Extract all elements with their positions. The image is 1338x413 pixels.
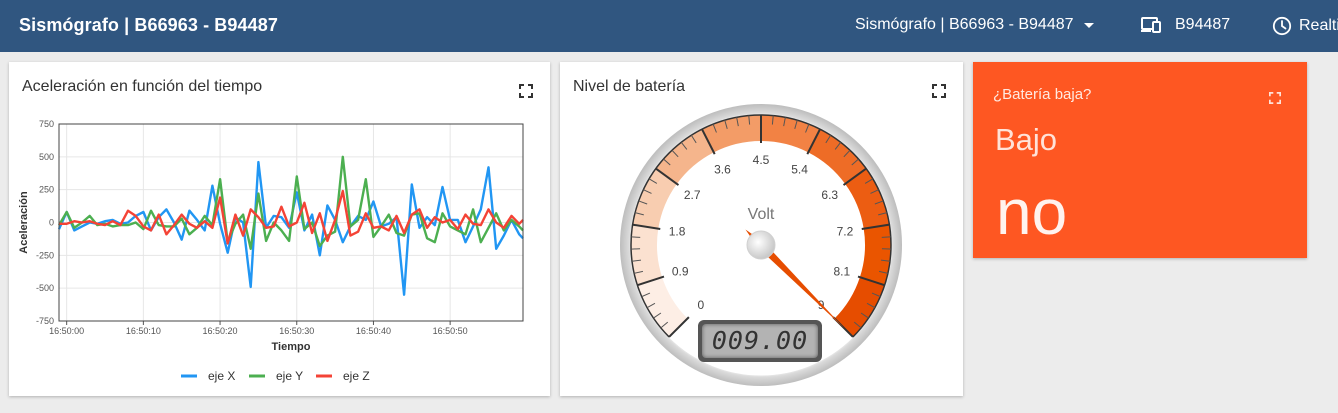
gauge-band xyxy=(631,224,663,286)
x-tick-label: 16:50:40 xyxy=(356,326,391,336)
legend-item[interactable]: eje Z xyxy=(316,369,370,383)
clock-icon xyxy=(1272,16,1292,36)
legend-item[interactable]: eje Y xyxy=(249,369,303,383)
top-bar: Sismógrafo | B66963 - B94487 Sismógrafo … xyxy=(0,0,1338,52)
fullscreen-icon[interactable] xyxy=(1269,92,1281,104)
gauge-units: Volt xyxy=(748,206,775,223)
time-window-selector[interactable]: Realtime xyxy=(1272,16,1338,36)
y-axis-label: Aceleración xyxy=(18,191,30,254)
gauge-tick-label: 0 xyxy=(698,298,705,312)
x-tick-label: 16:50:10 xyxy=(126,326,161,336)
lcd-value: 009.00 xyxy=(702,324,818,358)
gauge-tick-label: 6.3 xyxy=(821,188,838,202)
y-tick-label: -250 xyxy=(36,250,54,260)
caret-down-icon xyxy=(1083,22,1094,28)
y-tick-label: 0 xyxy=(49,218,54,228)
x-axis-label: Tiempo xyxy=(272,341,311,353)
gauge-tick-label: 8.1 xyxy=(833,264,850,278)
gauge-tick-label: 1.8 xyxy=(669,225,686,239)
battery-state-label: Bajo xyxy=(995,122,1058,157)
series-line-eje-y xyxy=(57,155,524,251)
devices-icon xyxy=(1141,17,1161,33)
legend-label: eje X xyxy=(208,369,235,383)
time-window-label: Realtime xyxy=(1299,17,1338,34)
gauge-minor-tick xyxy=(881,236,891,238)
dashboard-selector-label: Sismógrafo | B66963 - B94487 xyxy=(855,16,1074,33)
app-title: Sismógrafo | B66963 - B94487 xyxy=(19,15,278,35)
legend-label: eje Z xyxy=(343,369,370,383)
x-tick-label: 16:50:50 xyxy=(433,326,468,336)
gauge-pivot xyxy=(746,230,776,260)
gauge-tick-label: 7.2 xyxy=(837,225,854,239)
y-tick-label: 250 xyxy=(39,185,54,195)
device-label: B94487 xyxy=(1175,16,1231,33)
gauge-tick-label: 0.9 xyxy=(672,264,689,278)
device-selector[interactable]: B94487 xyxy=(1141,16,1230,34)
gauge-tick-label: 3.6 xyxy=(714,162,731,176)
battery-lcd-readout: 009.00 xyxy=(698,320,822,362)
y-tick-label: -500 xyxy=(36,283,54,293)
card-title: ¿Batería baja? xyxy=(993,86,1092,103)
low-battery-value: no xyxy=(996,176,1068,248)
gauge-tick-label: 4.5 xyxy=(753,153,770,167)
y-tick-label: 750 xyxy=(39,119,54,129)
gauge-tick-label: 5.4 xyxy=(791,162,808,176)
gauge-minor-tick xyxy=(631,236,641,238)
acceleration-chart-card: Aceleración en función del tiempo -750 -5… xyxy=(9,62,550,396)
acceleration-chart: -750 -500 -250 0 250 500 750 16:50:00 16:50:10 16… xyxy=(18,119,524,383)
x-tick-label: 16:50:00 xyxy=(49,326,84,336)
low-battery-card: ¿Batería baja? Bajo no xyxy=(973,62,1307,258)
x-tick-label: 16:50:30 xyxy=(279,326,314,336)
legend-label: eje Y xyxy=(276,369,303,383)
legend-item[interactable]: eje X xyxy=(181,369,235,383)
y-tick-label: -750 xyxy=(36,316,54,326)
x-tick-label: 16:50:20 xyxy=(203,326,238,336)
gauge-band xyxy=(859,224,891,286)
gauge-tick-label: 2.7 xyxy=(684,188,701,202)
dashboard-selector[interactable]: Sismógrafo | B66963 - B94487 xyxy=(855,16,1094,34)
y-tick-label: 500 xyxy=(39,152,54,162)
